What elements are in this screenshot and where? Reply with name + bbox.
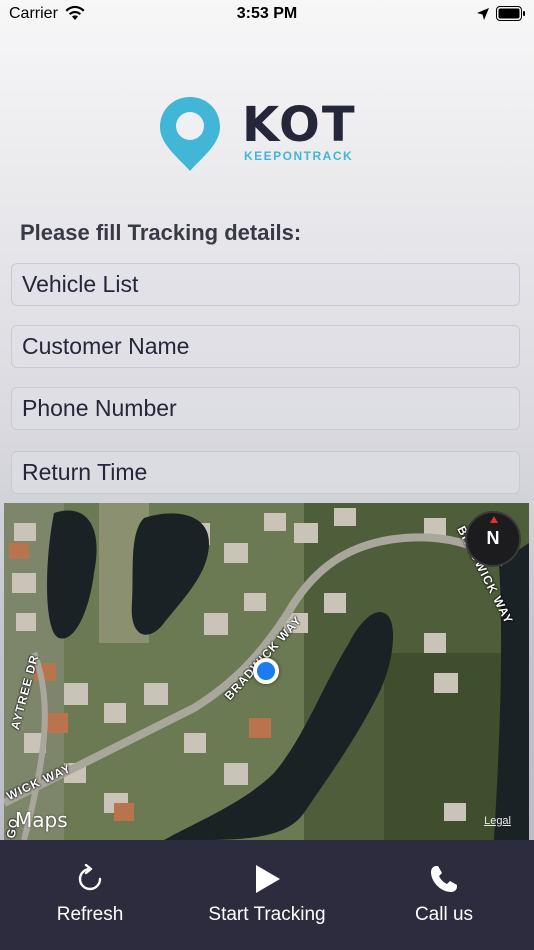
compass-north-marker — [490, 516, 498, 523]
location-arrow-icon — [477, 8, 489, 20]
start-tracking-button[interactable]: Start Tracking — [187, 840, 347, 950]
start-tracking-label: Start Tracking — [208, 904, 326, 925]
battery-icon — [496, 6, 525, 21]
customer-name-input[interactable] — [12, 326, 519, 367]
logo-tagline: KEEPONTRACK — [244, 149, 354, 163]
refresh-label: Refresh — [56, 904, 124, 925]
form-title: Please fill Tracking details: — [20, 220, 302, 245]
vehicle-list-field[interactable] — [11, 263, 520, 306]
logo-brand: KOT — [242, 97, 357, 153]
phone-number-input[interactable] — [12, 388, 519, 429]
user-location-dot — [253, 658, 279, 684]
status-bar: Carrier 3:53 PM — [0, 0, 534, 30]
location-pin-icon — [160, 97, 220, 171]
app-logo: KOT KEEPONTRACK — [158, 95, 378, 175]
phone-number-field[interactable] — [11, 387, 520, 430]
refresh-icon — [78, 864, 102, 891]
map-view[interactable]: BRADWICK WAY BRADWICK WAY AYTREE DR WICK… — [4, 503, 529, 840]
call-us-button[interactable]: Call us — [394, 840, 494, 950]
refresh-button[interactable]: Refresh — [40, 840, 140, 950]
compass-button[interactable]: N — [465, 511, 521, 567]
call-us-label: Call us — [414, 904, 474, 925]
legal-link[interactable]: Legal — [484, 815, 511, 827]
play-icon — [256, 865, 280, 893]
clock: 3:53 PM — [236, 5, 298, 22]
return-time-field[interactable] — [11, 451, 520, 494]
compass-label: N — [486, 528, 500, 548]
maps-attribution: Maps — [14, 808, 68, 832]
vehicle-list-input[interactable] — [12, 264, 519, 305]
customer-name-field[interactable] — [11, 325, 520, 368]
maps-brand-label: Maps — [15, 808, 68, 832]
return-time-input[interactable] — [12, 452, 519, 493]
phone-icon — [431, 866, 457, 892]
bottom-toolbar: Refresh Start Tracking Call us — [0, 840, 534, 950]
